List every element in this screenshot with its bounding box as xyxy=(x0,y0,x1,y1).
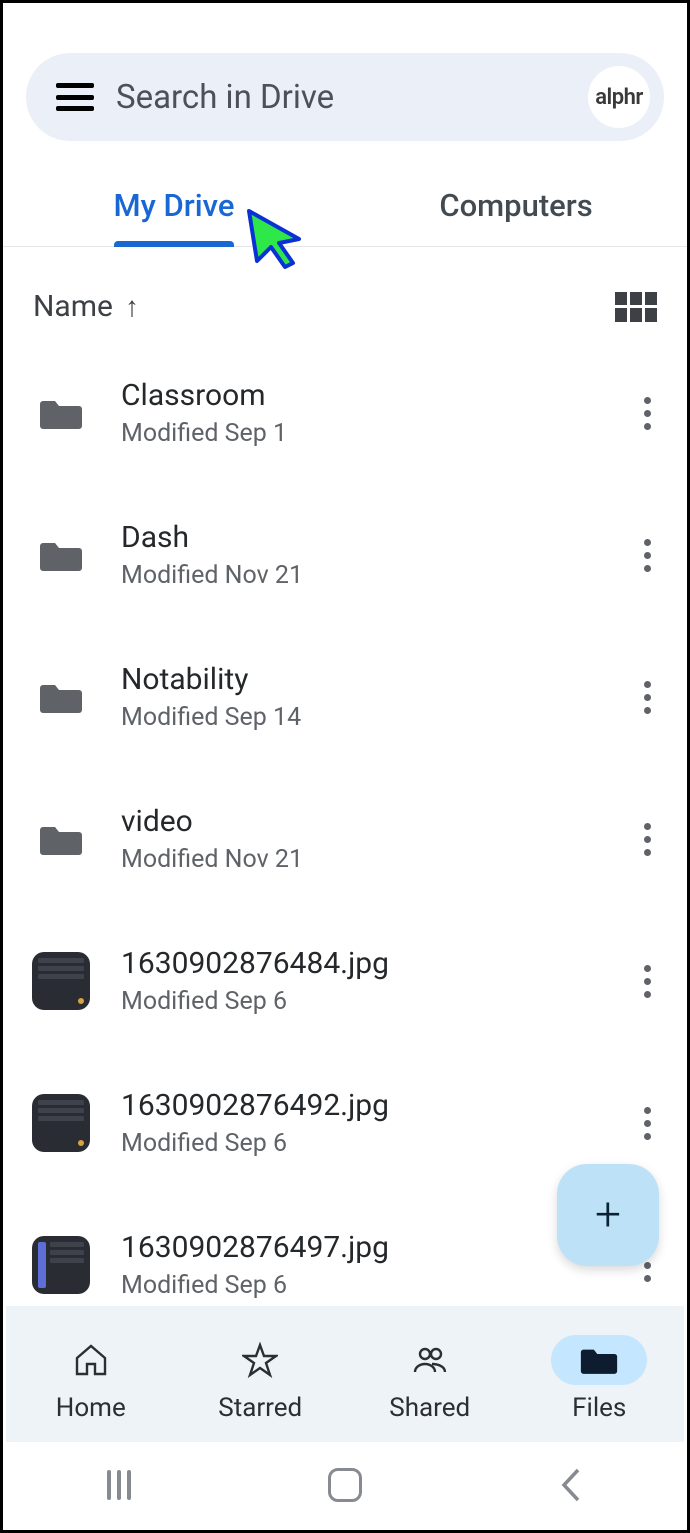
people-icon xyxy=(382,1335,478,1385)
file-name: Notability xyxy=(121,662,605,697)
image-thumbnail xyxy=(29,1233,93,1297)
list-item[interactable]: 1630902876484.jpg Modified Sep 6 xyxy=(29,920,661,1042)
avatar[interactable]: alphr xyxy=(588,66,650,128)
system-recents-button[interactable] xyxy=(98,1464,140,1506)
list-item[interactable]: Dash Modified Nov 21 xyxy=(29,494,661,616)
search-bar[interactable]: Search in Drive alphr xyxy=(26,53,664,141)
nav-shared[interactable]: Shared xyxy=(355,1335,505,1423)
file-name: Dash xyxy=(121,520,605,555)
file-name: 1630902876484.jpg xyxy=(121,946,605,981)
plus-icon: + xyxy=(595,1188,621,1242)
new-button[interactable]: + xyxy=(557,1164,659,1266)
file-modified: Modified Sep 6 xyxy=(121,987,605,1016)
tab-computers[interactable]: Computers xyxy=(345,171,687,246)
search-input-placeholder[interactable]: Search in Drive xyxy=(116,78,566,117)
list-item[interactable]: 1630902876492.jpg Modified Sep 6 xyxy=(29,1062,661,1184)
system-home-button[interactable] xyxy=(324,1464,366,1506)
tabs: My Drive Computers xyxy=(3,171,687,247)
sort-by-name[interactable]: Name ↑ xyxy=(33,289,139,324)
nav-label: Home xyxy=(56,1393,126,1423)
nav-files[interactable]: Files xyxy=(524,1335,674,1423)
home-icon xyxy=(43,1335,139,1385)
image-thumbnail xyxy=(29,949,93,1013)
nav-label: Starred xyxy=(218,1393,302,1423)
menu-icon[interactable] xyxy=(56,83,94,111)
system-nav-bar xyxy=(6,1442,684,1527)
nav-label: Files xyxy=(572,1393,626,1423)
file-name: video xyxy=(121,804,605,839)
folder-icon xyxy=(29,523,93,587)
sort-direction-icon: ↑ xyxy=(125,290,139,323)
file-name: Classroom xyxy=(121,378,605,413)
more-options-icon[interactable] xyxy=(633,393,661,433)
list-item[interactable]: Classroom Modified Sep 1 xyxy=(29,352,661,474)
file-name: 1630902876497.jpg xyxy=(121,1230,605,1265)
more-options-icon[interactable] xyxy=(633,819,661,859)
bottom-nav: Home Starred Shared Files xyxy=(6,1306,684,1442)
file-modified: Modified Nov 21 xyxy=(121,561,605,590)
nav-label: Shared xyxy=(389,1393,470,1423)
file-list: Classroom Modified Sep 1 Dash Modified N… xyxy=(3,352,687,1448)
file-modified: Modified Nov 21 xyxy=(121,845,605,874)
list-item[interactable]: Notability Modified Sep 14 xyxy=(29,636,661,758)
more-options-icon[interactable] xyxy=(633,677,661,717)
nav-starred[interactable]: Starred xyxy=(185,1335,335,1423)
nav-home[interactable]: Home xyxy=(16,1335,166,1423)
image-thumbnail xyxy=(29,1091,93,1155)
system-back-button[interactable] xyxy=(550,1464,592,1506)
more-options-icon[interactable] xyxy=(633,1103,661,1143)
sort-header: Name ↑ xyxy=(3,247,687,352)
folder-icon xyxy=(29,381,93,445)
tab-my-drive[interactable]: My Drive xyxy=(3,171,345,246)
file-modified: Modified Sep 6 xyxy=(121,1271,605,1300)
folder-icon xyxy=(29,665,93,729)
view-grid-toggle[interactable] xyxy=(615,292,657,322)
file-modified: Modified Sep 14 xyxy=(121,703,605,732)
file-modified: Modified Sep 1 xyxy=(121,419,605,448)
folder-filled-icon xyxy=(551,1335,647,1385)
file-name: 1630902876492.jpg xyxy=(121,1088,605,1123)
sort-label: Name xyxy=(33,289,113,324)
more-options-icon[interactable] xyxy=(633,961,661,1001)
list-item[interactable]: video Modified Nov 21 xyxy=(29,778,661,900)
file-modified: Modified Sep 6 xyxy=(121,1129,605,1158)
more-options-icon[interactable] xyxy=(633,535,661,575)
folder-icon xyxy=(29,807,93,871)
star-icon xyxy=(212,1335,308,1385)
